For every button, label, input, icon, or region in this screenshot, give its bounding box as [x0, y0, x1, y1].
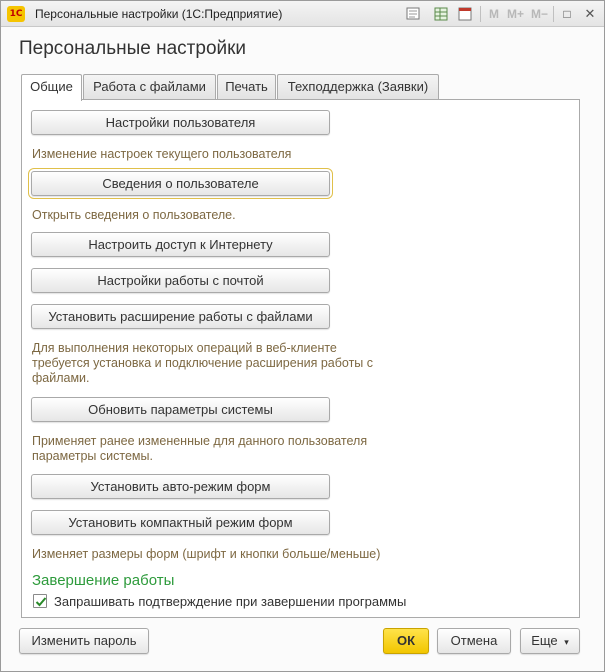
title-bar: 1С Персональные настройки (1С:Предприяти…	[1, 1, 604, 27]
checkmark-icon	[35, 597, 47, 607]
user-settings-button[interactable]: Настройки пользователя	[31, 110, 330, 135]
window-title: Персональные настройки (1С:Предприятие)	[35, 7, 283, 21]
more-button-label: Еще	[531, 633, 558, 648]
ok-button[interactable]: ОК	[383, 628, 429, 654]
tab-files[interactable]: Работа с файлами	[83, 74, 216, 100]
tab-print[interactable]: Печать	[217, 74, 276, 100]
mail-settings-button[interactable]: Настройки работы с почтой	[31, 268, 330, 293]
maximize-icon[interactable]: □	[561, 6, 573, 22]
close-icon[interactable]: ✕	[583, 6, 597, 22]
refresh-params-button[interactable]: Обновить параметры системы	[31, 397, 330, 422]
shutdown-section-title: Завершение работы	[32, 572, 175, 589]
confirm-exit-checkbox[interactable]	[33, 594, 47, 608]
cancel-button[interactable]: Отмена	[437, 628, 511, 654]
chevron-down-icon: ▾	[564, 637, 569, 647]
internet-access-button[interactable]: Настроить доступ к Интернету	[31, 232, 330, 257]
toolbar-separator	[480, 6, 481, 22]
form-mode-hint: Изменяет размеры форм (шрифт и кнопки бо…	[32, 547, 381, 561]
form-title: Персональные настройки	[19, 38, 247, 59]
auto-mode-button[interactable]: Установить авто-режим форм	[31, 474, 330, 499]
refresh-params-hint: Применяет ранее измененные для данного п…	[32, 434, 368, 463]
settings-window: 1С Персональные настройки (1С:Предприяти…	[0, 0, 605, 672]
file-extension-hint: Для выполнения некоторых операций в веб-…	[32, 341, 373, 385]
toolbar-separator	[553, 6, 554, 22]
calendar-icon[interactable]	[457, 6, 473, 22]
user-info-button[interactable]: Сведения о пользователе	[28, 168, 333, 199]
confirm-exit-label[interactable]: Запрашивать подтверждение при завершении…	[54, 594, 406, 609]
general-tab-panel: Настройки пользователя Изменение настрое…	[21, 99, 580, 618]
file-extension-button[interactable]: Установить расширение работы с файлами	[31, 304, 330, 329]
compact-mode-button[interactable]: Установить компактный режим форм	[31, 510, 330, 535]
tab-support[interactable]: Техподдержка (Заявки)	[277, 74, 439, 100]
more-button[interactable]: Еще ▾	[520, 628, 580, 654]
document-icon[interactable]	[405, 6, 421, 22]
table-icon[interactable]	[433, 6, 449, 22]
memory-button[interactable]: M	[489, 6, 499, 22]
user-settings-hint: Изменение настроек текущего пользователя	[32, 147, 292, 161]
memory-minus-button[interactable]: M−	[531, 6, 548, 22]
1c-logo-icon: 1С	[7, 6, 25, 22]
user-info-hint: Открыть сведения о пользователе.	[32, 208, 236, 222]
tab-general[interactable]: Общие	[21, 74, 82, 101]
change-password-button[interactable]: Изменить пароль	[19, 628, 149, 654]
memory-plus-button[interactable]: M+	[507, 6, 524, 22]
